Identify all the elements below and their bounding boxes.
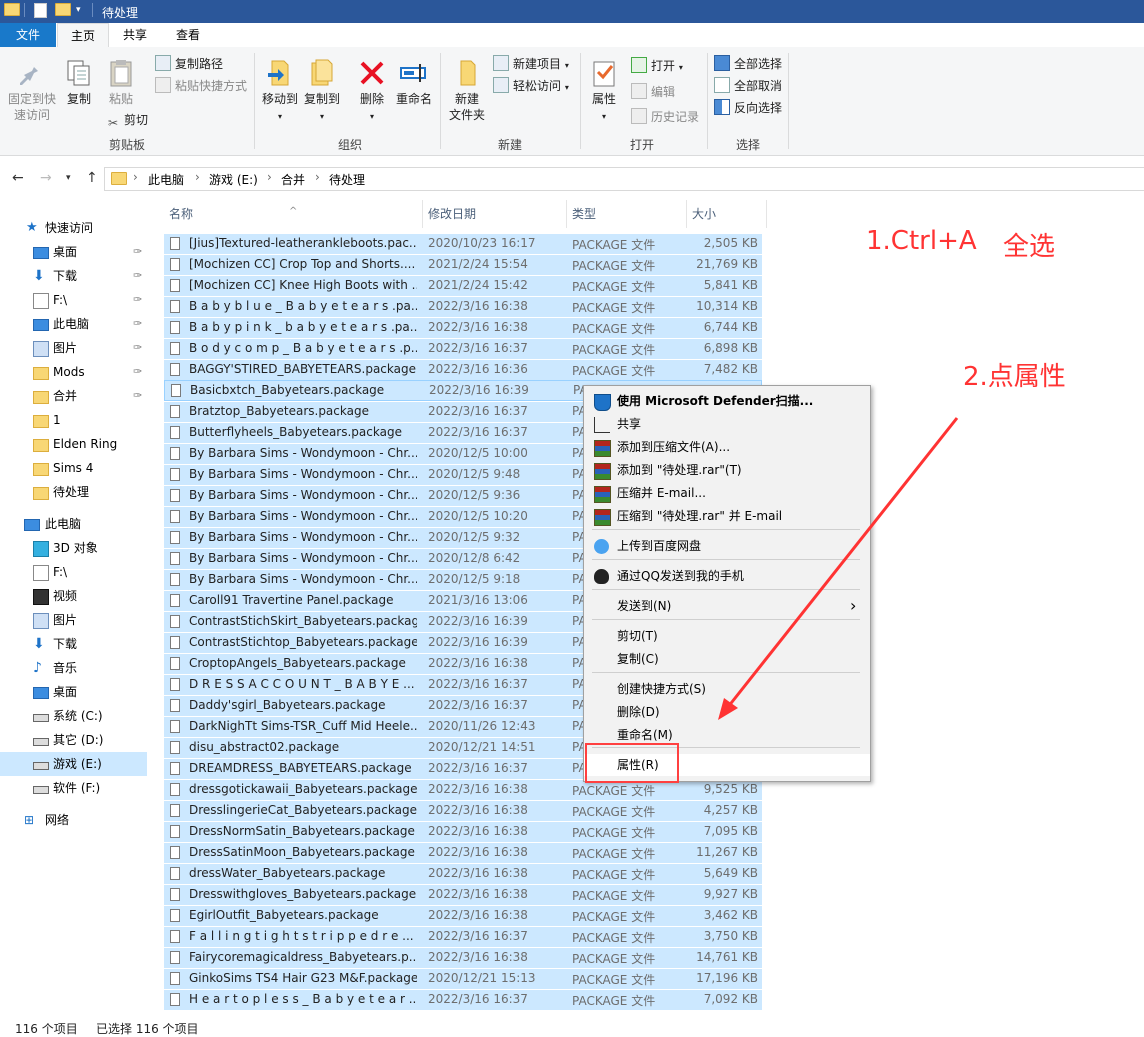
- annotation-arrowhead: [718, 698, 738, 720]
- annotation-highlight-box: [585, 743, 679, 783]
- annotation-arrow: [718, 417, 959, 720]
